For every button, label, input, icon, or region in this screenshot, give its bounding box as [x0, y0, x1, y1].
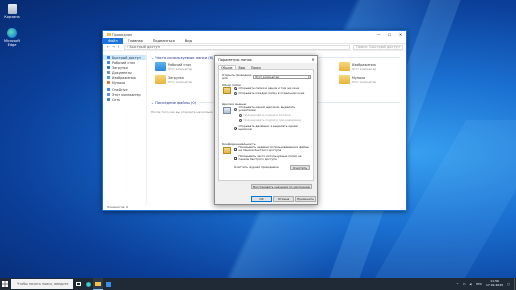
language-indicator[interactable]: РУС: [476, 282, 482, 286]
check-recent-files[interactable]: Показывать недавно использовавшиеся файл…: [234, 146, 310, 152]
dialog-title: Параметры папок: [218, 57, 252, 62]
checkbox-icon: [234, 156, 237, 160]
tab-home[interactable]: Главная: [123, 38, 148, 44]
clear-history-button[interactable]: Очистить: [290, 165, 310, 170]
folder-tile-music[interactable]: Музыка Этот компьютер: [339, 75, 376, 84]
desktop-icon-edge[interactable]: Microsoft Edge: [1, 28, 23, 47]
edge-icon: [7, 28, 17, 38]
radio-double-click[interactable]: Открывать двойным, а выделять одним щелч…: [234, 125, 310, 131]
checkbox-icon: [234, 147, 237, 151]
open-explorer-label: Открыть проводник для:: [222, 73, 252, 80]
ok-button[interactable]: ОК: [251, 196, 272, 202]
radio-single-click[interactable]: Открывать одним щелчком, выделять указат…: [234, 106, 310, 112]
edge-icon[interactable]: [83, 278, 93, 290]
search-input[interactable]: Поиск: Быстрый доступ: [353, 44, 403, 50]
star-icon: [107, 56, 110, 59]
close-button[interactable]: ✕: [395, 31, 406, 38]
pictures-folder-icon: [339, 62, 350, 71]
task-view-icon[interactable]: [73, 278, 83, 290]
open-explorer-select[interactable]: Этот компьютер: [253, 75, 311, 79]
taskbar: Чтобы начать поиск, введите здесь запрос…: [0, 278, 516, 290]
privacy-folder-icon: [223, 147, 231, 154]
dialog-close-icon[interactable]: ✕: [309, 57, 317, 62]
explorer-icon[interactable]: [93, 278, 103, 290]
maximize-button[interactable]: ☐: [384, 31, 395, 38]
sidebar-item-network[interactable]: Сеть: [103, 97, 146, 102]
document-icon: [107, 71, 110, 74]
network-tray-icon[interactable]: ▭: [463, 282, 466, 286]
desktop-folder-icon: [155, 62, 166, 71]
sidebar-item-music[interactable]: Музыка: [103, 80, 146, 85]
radio-icon: [234, 107, 237, 111]
cloud-icon: [107, 88, 110, 91]
check-frequent-folders[interactable]: Показывать часто используемые папки на п…: [234, 155, 310, 161]
folder-tile-downloads[interactable]: Загрузки Этот компьютер: [155, 75, 192, 84]
tab-share[interactable]: Поделиться: [148, 38, 180, 44]
chevron-up-icon[interactable]: ^: [456, 282, 459, 286]
dialog-titlebar[interactable]: Параметры папок ✕: [215, 56, 317, 63]
radio-icon: [234, 87, 237, 90]
general-panel: Открыть проводник для: Этот компьютер Об…: [218, 69, 314, 181]
tab-file[interactable]: Файл: [103, 37, 123, 44]
folder-icon: [107, 33, 111, 36]
apply-button[interactable]: Применить: [295, 196, 316, 202]
clear-history-label: Очистить журнал проводника: [234, 165, 279, 169]
folder-options-dialog[interactable]: Параметры папок ✕ Общие Вид Поиск Открыт…: [214, 55, 318, 205]
folder-tile-pictures[interactable]: Изображения Этот компьютер: [339, 62, 376, 71]
radio-underline-hover[interactable]: Подчеркивать подписи при наведении: [239, 119, 301, 122]
radio-icon: [234, 92, 237, 95]
start-button[interactable]: [0, 278, 10, 290]
minimize-button[interactable]: —: [373, 31, 384, 38]
radio-new-window[interactable]: Открывать каждую папку в отдельном окне: [234, 92, 304, 95]
system-tray: ^ ▭ ◂) РУС 11:56 17.02.2025 ▢: [456, 278, 516, 290]
download-icon: [107, 66, 110, 69]
address-bar-row: ← → ↑ › Быстрый доступ Поиск: Быстрый до…: [103, 44, 406, 51]
volume-icon[interactable]: ◂): [470, 282, 473, 286]
network-icon: [107, 98, 110, 101]
radio-icon: [239, 119, 242, 122]
computer-icon: [107, 93, 110, 96]
downloads-folder-icon: [155, 75, 166, 84]
music-folder-icon: [339, 75, 350, 84]
tab-view[interactable]: Вид: [180, 38, 197, 44]
explorer-title: Проводник: [112, 32, 133, 37]
address-input[interactable]: › Быстрый доступ: [124, 44, 350, 50]
navigation-pane: Быстрый доступ Рабочий стол Загрузки Док…: [103, 52, 147, 205]
notification-icon[interactable]: ▢: [507, 282, 510, 286]
cancel-button[interactable]: Отмена: [273, 196, 294, 202]
restore-defaults-button[interactable]: Восстановить значения по умолчанию: [251, 184, 312, 189]
status-bar: Элементов: 6: [107, 205, 129, 209]
mouse-click-icon: [223, 107, 231, 114]
store-icon[interactable]: [103, 278, 113, 290]
desktop-icon-recycle-bin[interactable]: Корзина: [1, 4, 23, 19]
up-icon[interactable]: ↑: [116, 45, 121, 49]
desktop-icon: [107, 61, 110, 64]
pictures-icon: [107, 76, 110, 79]
radio-underline-always[interactable]: Подчеркивать подписи значков: [239, 114, 291, 117]
folder-tile-desktop[interactable]: Рабочий стол Этот компьютер: [155, 62, 192, 71]
radio-icon: [234, 126, 237, 130]
music-icon: [107, 81, 110, 84]
windows-logo-icon: [2, 281, 8, 287]
radio-icon: [239, 114, 242, 117]
clock[interactable]: 11:56 17.02.2025: [486, 280, 503, 287]
recycle-bin-icon: [7, 4, 17, 14]
taskbar-search-input[interactable]: Чтобы начать поиск, введите здесь запрос: [11, 279, 73, 289]
radio-same-window[interactable]: Открывать папки в одном и том же окне: [234, 87, 299, 90]
browse-folders-icon: [223, 87, 231, 94]
